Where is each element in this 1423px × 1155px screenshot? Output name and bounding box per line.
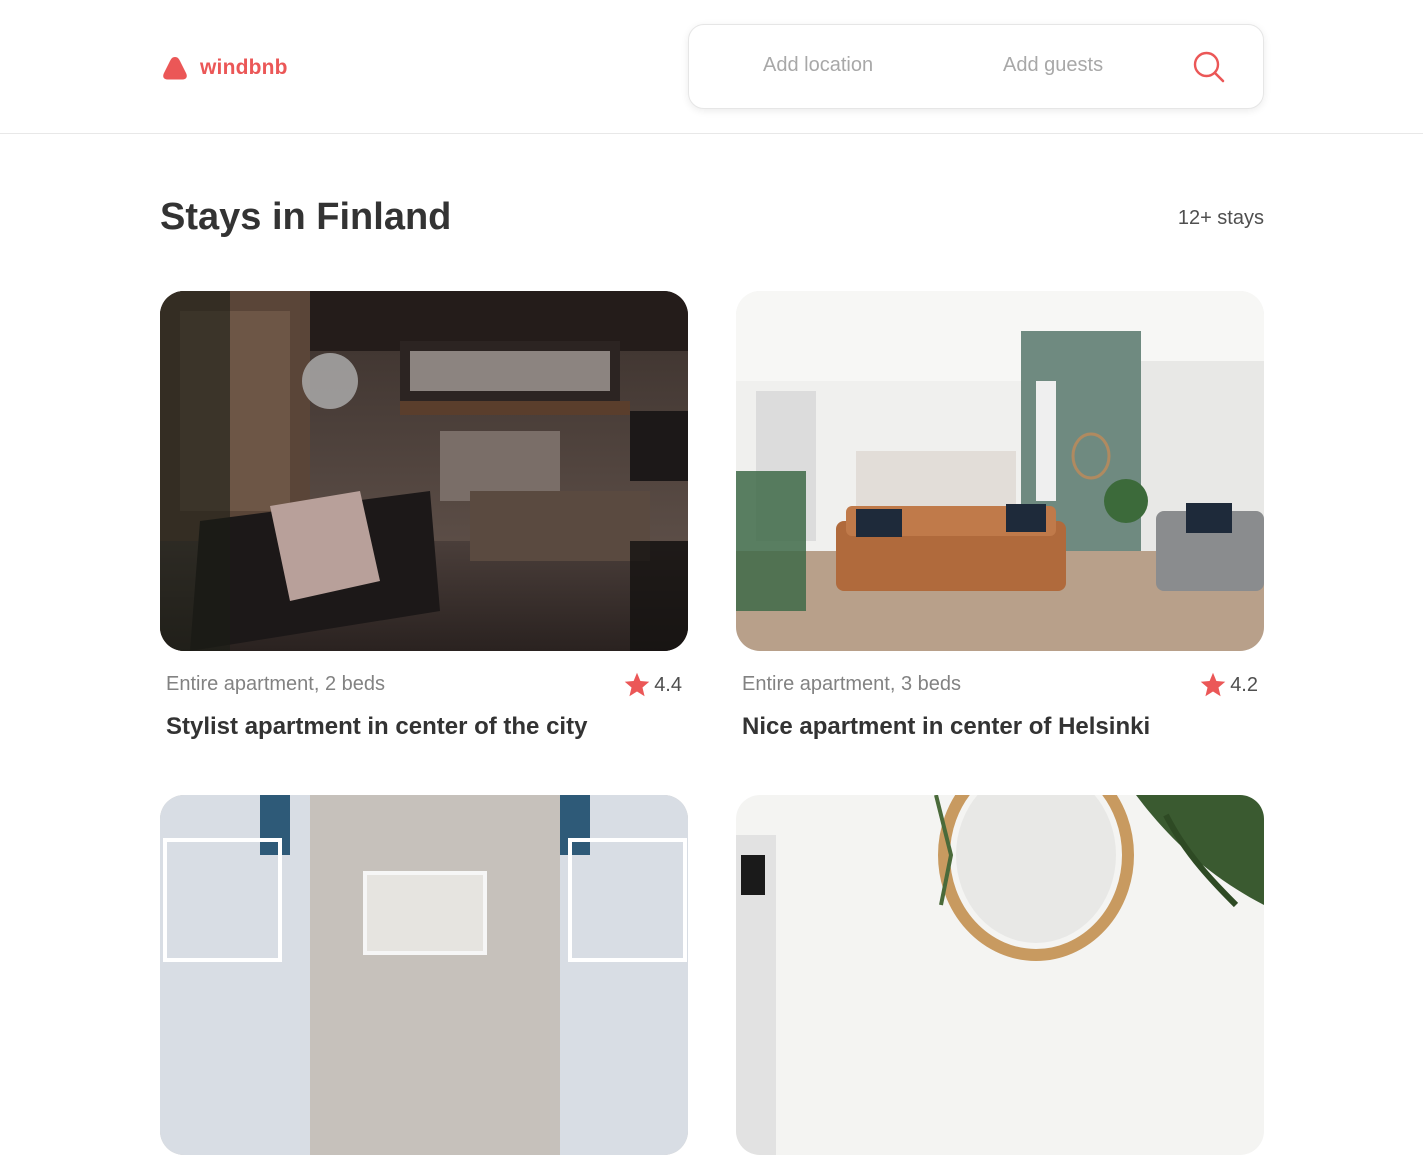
guests-input[interactable] <box>1003 54 1173 77</box>
star-icon <box>1200 672 1226 697</box>
stay-rating: 4.4 <box>622 671 682 699</box>
logo-icon <box>163 57 187 80</box>
rating-value: 4.4 <box>654 673 682 696</box>
stay-title[interactable]: Nice apartment in center of Helsinki <box>742 713 1150 741</box>
stay-photo[interactable] <box>736 291 1264 651</box>
living-room-photo <box>736 291 1264 651</box>
search-bar <box>688 24 1264 109</box>
stay-type: Entire apartment, 3 beds <box>742 673 962 695</box>
stays-count: 12+ stays <box>1177 207 1264 229</box>
stay-card[interactable]: Entire apartment, 3 beds 4.2 Nice apartm… <box>736 291 1264 740</box>
star-icon <box>624 672 650 697</box>
bedroom-photo <box>160 795 688 1155</box>
rating-value: 4.2 <box>1230 673 1258 696</box>
brand-name: windbnb <box>200 56 288 79</box>
windbnb-logo[interactable]: windbnb <box>162 56 288 80</box>
stay-meta: Entire apartment, 2 beds 4.4 <box>166 671 682 701</box>
top-header: windbnb <box>0 0 1423 134</box>
page-title: Stays in Finland <box>160 196 452 238</box>
stay-meta: Entire apartment, 3 beds 4.2 <box>742 671 1258 701</box>
stay-card[interactable] <box>736 795 1264 1155</box>
location-input[interactable] <box>763 54 933 77</box>
search-button[interactable] <box>1191 50 1227 86</box>
stay-photo[interactable] <box>160 291 688 651</box>
stay-card[interactable] <box>160 795 688 1155</box>
entryway-photo <box>736 795 1264 1155</box>
search-icon <box>1193 51 1225 83</box>
stay-photo[interactable] <box>736 795 1264 1155</box>
stay-title[interactable]: Stylist apartment in center of the city <box>166 713 587 741</box>
loft-photo <box>160 291 688 651</box>
stay-photo[interactable] <box>160 795 688 1155</box>
stay-rating: 4.2 <box>1198 671 1258 699</box>
stay-type: Entire apartment, 2 beds <box>166 673 386 695</box>
stay-card[interactable]: Entire apartment, 2 beds 4.4 Stylist apa… <box>160 291 688 740</box>
